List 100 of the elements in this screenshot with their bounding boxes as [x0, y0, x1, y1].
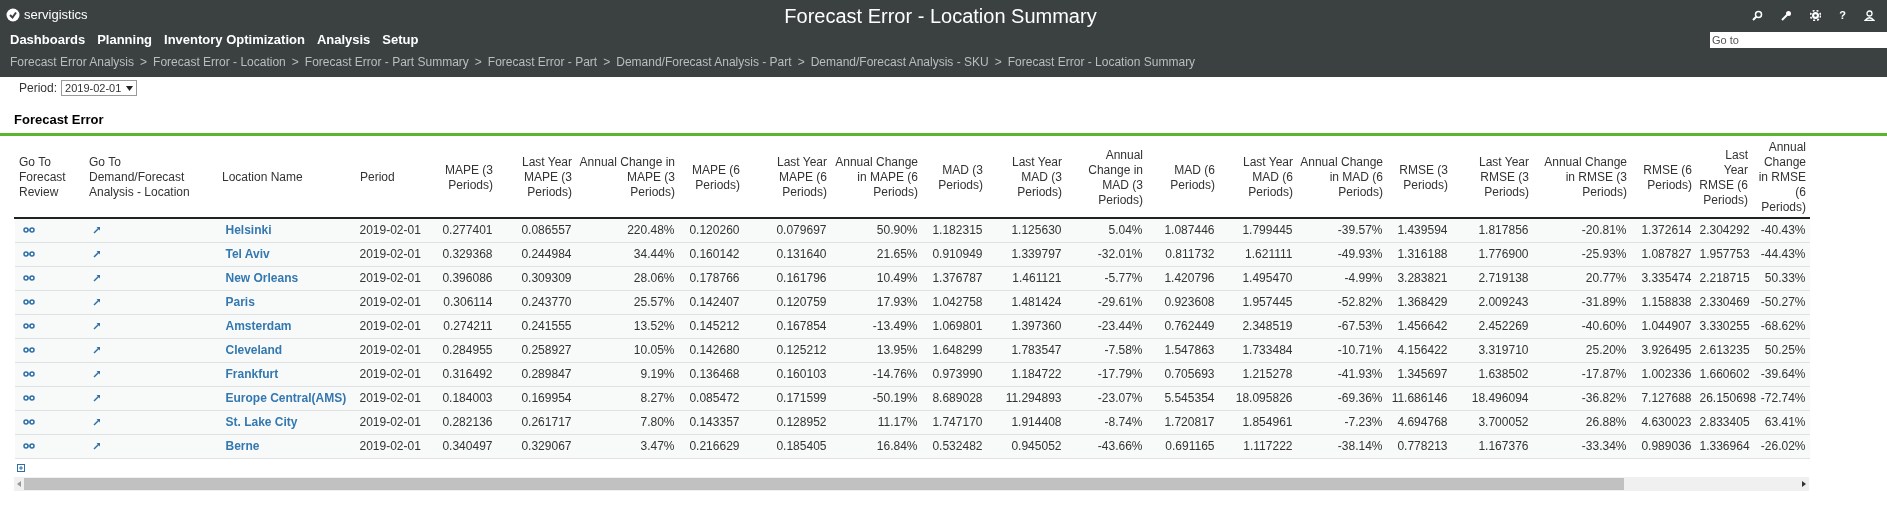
table-cell: 0.142407 [689, 295, 740, 309]
table-cell: 1.461121 [1012, 271, 1062, 285]
table-cell: 10.49% [876, 271, 918, 285]
table-cell: -31.89% [1581, 295, 1627, 309]
help-button[interactable]: ? [1839, 6, 1846, 24]
diagonal-arrow-icon[interactable] [92, 250, 101, 258]
table-cell: -50.27% [1760, 295, 1806, 309]
diagonal-arrow-icon[interactable] [92, 418, 101, 426]
table-cell: 1.336964 [1699, 439, 1750, 453]
table-cell: 1.621111 [1245, 247, 1293, 261]
location-link[interactable]: New Orleans [225, 271, 299, 285]
table-cell: 1.087446 [1164, 223, 1215, 238]
table-cell: 1.783547 [1011, 343, 1062, 357]
location-link[interactable]: Europe Central(AMS) [225, 391, 347, 405]
table-cell: 1.316188 [1397, 247, 1448, 261]
glasses-icon[interactable] [22, 395, 35, 401]
table-cell: 1.182315 [932, 223, 983, 238]
location-link[interactable]: St. Lake City [225, 415, 298, 429]
breadcrumb-link[interactable]: Demand/Forecast Analysis - SKU [810, 53, 989, 71]
goto-field[interactable]: Go to [1710, 32, 1887, 48]
table-cell: 17.93% [876, 295, 918, 309]
period-label: Period: [19, 80, 58, 97]
table-cell: 8.689028 [932, 391, 983, 405]
search-icon[interactable] [1752, 9, 1764, 21]
diagonal-arrow-icon[interactable] [92, 442, 101, 450]
location-link[interactable]: Paris [225, 295, 255, 309]
table-cell: -43.66% [1097, 439, 1143, 453]
glasses-icon[interactable] [22, 227, 35, 234]
location-link[interactable]: Cleveland [225, 343, 283, 357]
column-header[interactable]: Location Name [222, 170, 351, 185]
table-cell: 0.184003 [442, 391, 493, 405]
table-cell: 26.88% [1585, 415, 1627, 429]
glasses-icon[interactable] [22, 299, 35, 305]
table-cell: -4.99% [1344, 271, 1383, 285]
table-cell: 0.340497 [442, 439, 493, 453]
menu-item[interactable]: Dashboards [10, 30, 86, 50]
menu-item[interactable]: Analysis [316, 30, 371, 50]
table-cell: 2.218715 [1699, 271, 1750, 285]
table-cell: 1.376787 [932, 271, 983, 285]
table-cell: 1.345697 [1397, 367, 1448, 381]
column-header[interactable]: Period [360, 170, 426, 185]
breadcrumb-link[interactable]: Demand/Forecast Analysis - Part [616, 53, 792, 71]
table-cell: -20.81% [1581, 223, 1627, 238]
diagonal-arrow-icon[interactable] [92, 274, 101, 282]
period-select[interactable]: 2019-02-01 [61, 80, 138, 96]
table-cell: 3.283821 [1397, 271, 1448, 285]
user-icon[interactable] [1864, 9, 1875, 21]
table-cell: 0.241555 [521, 319, 572, 333]
glasses-icon[interactable] [22, 251, 35, 257]
wrench-icon[interactable] [1781, 9, 1793, 21]
table-cell: 0.284955 [442, 343, 493, 357]
diagonal-arrow-icon[interactable] [92, 298, 101, 306]
diagonal-arrow-icon[interactable] [92, 346, 101, 354]
glasses-icon[interactable] [22, 419, 35, 425]
table-cell: 7.80% [640, 415, 675, 429]
table-cell: 16.84% [876, 439, 918, 453]
table-cell: 10.05% [633, 343, 675, 357]
breadcrumb-link[interactable]: Forecast Error - Part Summary [304, 53, 469, 71]
glasses-icon[interactable] [22, 371, 35, 377]
diagonal-arrow-icon[interactable] [92, 370, 101, 378]
location-link[interactable]: Amsterdam [225, 319, 292, 333]
glasses-icon[interactable] [22, 323, 35, 329]
breadcrumb-link[interactable]: Forecast Error - Part [487, 53, 598, 71]
table-cell: 0.811732 [1165, 247, 1215, 261]
table-cell: 0.316492 [442, 367, 493, 381]
table-cell: 1.456642 [1397, 319, 1448, 333]
table-cell: -49.93% [1337, 247, 1383, 261]
location-link[interactable]: Helsinki [225, 223, 272, 238]
glasses-icon[interactable] [22, 443, 35, 449]
table-cell: 0.778213 [1397, 439, 1448, 453]
table-cell: 11.294893 [1005, 391, 1062, 405]
table-cell: 0.329368 [442, 247, 493, 261]
breadcrumb-link[interactable]: Forecast Error - Location Summary [1007, 53, 1196, 71]
glasses-icon[interactable] [22, 347, 35, 353]
table-cell: -68.62% [1760, 319, 1806, 333]
menu-item[interactable]: Planning [97, 30, 153, 50]
location-link[interactable]: Berne [225, 439, 260, 453]
menu-item[interactable]: Inventory Optimization [164, 30, 305, 50]
breadcrumb-link[interactable]: Forecast Error Analysis [10, 53, 135, 71]
table-cell: 0.705693 [1164, 367, 1215, 381]
menu-item[interactable]: Setup [382, 30, 419, 50]
table-cell: -40.43% [1760, 223, 1806, 238]
caret-icon[interactable] [126, 85, 134, 91]
expand-icon[interactable] [17, 463, 25, 472]
settings-icon[interactable] [1810, 9, 1822, 21]
location-link[interactable]: Frankfurt [225, 367, 279, 381]
table-cell: -7.23% [1344, 415, 1383, 429]
diagonal-arrow-icon[interactable] [92, 394, 101, 402]
table-cell: 2.613235 [1699, 343, 1750, 357]
table-cell: 0.085472 [689, 391, 740, 405]
glasses-icon[interactable] [22, 275, 35, 281]
diagonal-arrow-icon[interactable] [92, 322, 101, 330]
breadcrumb-separator: > [474, 54, 482, 71]
location-link[interactable]: Tel Aviv [225, 247, 270, 261]
table-cell: -50.19% [872, 391, 918, 405]
table-cell: 1.167376 [1478, 439, 1529, 453]
diagonal-arrow-icon[interactable] [92, 226, 101, 235]
breadcrumb-link[interactable]: Forecast Error - Location [153, 53, 286, 71]
table-cell: 3.319710 [1478, 343, 1529, 357]
table-cell: -23.44% [1097, 319, 1143, 333]
